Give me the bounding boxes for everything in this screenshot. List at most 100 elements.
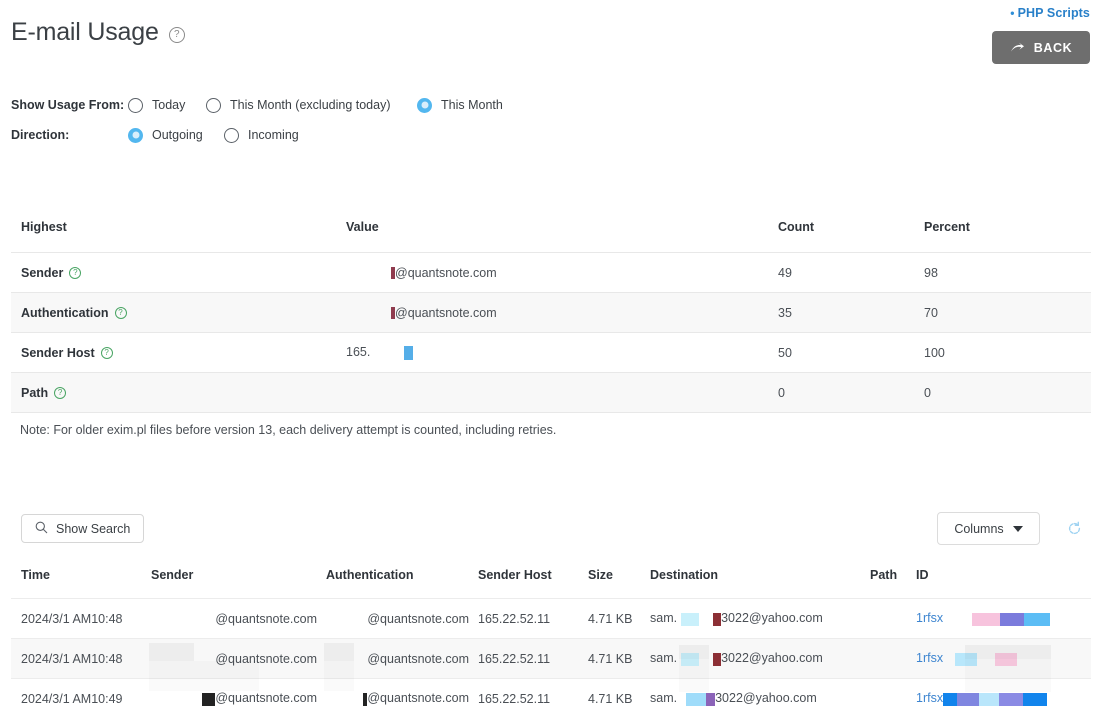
radio-incoming-label: Incoming (248, 128, 299, 142)
cell-authentication: @quantsnote.com (326, 691, 478, 705)
col-authentication[interactable]: Authentication (326, 568, 478, 598)
redacted-block (681, 653, 699, 666)
usage-from-label: Show Usage From: (11, 98, 128, 112)
cell-sender: @quantsnote.com (151, 652, 326, 666)
cell-sender-text: @quantsnote.com (215, 612, 317, 626)
summary-value-text: @quantsnote.com (395, 306, 497, 320)
question-circle-icon[interactable]: ? (69, 267, 81, 279)
search-icon (35, 521, 48, 537)
direction-label: Direction: (11, 128, 128, 142)
cell-sender-text: @quantsnote.com (215, 652, 317, 666)
radio-option-this-month[interactable]: This Month (417, 98, 503, 113)
radio-option-outgoing[interactable]: Outgoing (128, 128, 224, 143)
col-destination[interactable]: Destination (650, 568, 870, 598)
radio-today[interactable] (128, 98, 143, 113)
cell-authentication-text: @quantsnote.com (367, 652, 469, 666)
redacted-block (686, 693, 706, 706)
question-circle-icon[interactable]: ? (101, 347, 113, 359)
col-time[interactable]: Time (11, 568, 151, 598)
cell-size: 4.71 KB (588, 692, 650, 706)
cell-sender: @quantsnote.com (151, 691, 326, 705)
cell-sender-host: 165.22.52.11 (478, 612, 588, 626)
cell-sender-text: @quantsnote.com (215, 691, 317, 705)
summary-col-highest: Highest (11, 220, 346, 234)
cell-id-link[interactable]: 1rfsx (916, 691, 943, 705)
col-size[interactable]: Size (588, 568, 650, 598)
php-scripts-link[interactable]: PHP Scripts (1018, 6, 1090, 20)
cell-sender-host: 165.22.52.11 (478, 652, 588, 666)
back-button-label: BACK (1034, 41, 1073, 55)
cell-authentication: @quantsnote.com (326, 652, 478, 666)
data-table-header: Time Sender Authentication Sender Host S… (11, 568, 1091, 598)
back-button[interactable]: BACK (992, 31, 1090, 64)
col-sender-host[interactable]: Sender Host (478, 568, 588, 598)
columns-button[interactable]: Columns (937, 512, 1040, 545)
cell-id-link[interactable]: 1rfsx (916, 611, 943, 625)
col-id[interactable]: ID (916, 568, 1091, 598)
radio-option-today[interactable]: Today (128, 98, 206, 113)
radio-option-incoming[interactable]: Incoming (224, 128, 299, 143)
summary-row-percent: 98 (924, 266, 1074, 280)
refresh-icon[interactable] (1067, 521, 1082, 536)
redacted-block (957, 693, 979, 706)
question-circle-icon[interactable]: ? (169, 27, 185, 43)
radio-this-month[interactable] (417, 98, 432, 113)
radio-outgoing[interactable] (128, 128, 143, 143)
cell-authentication: @quantsnote.com (326, 612, 478, 626)
summary-row-count: 49 (778, 266, 924, 280)
summary-col-value: Value (346, 220, 778, 234)
summary-row-count: 35 (778, 306, 924, 320)
cell-time: 2024/3/1 AM10:49 (11, 692, 151, 706)
col-path[interactable]: Path (870, 568, 916, 598)
cell-authentication-text: @quantsnote.com (367, 691, 469, 705)
redacted-block (713, 613, 721, 626)
summary-row-name: Sender (21, 266, 63, 280)
col-sender[interactable]: Sender (151, 568, 326, 598)
redacted-block (404, 346, 413, 360)
redacted-block (1024, 613, 1050, 626)
cell-destination: sam.3022@yahoo.com (650, 651, 870, 665)
redacted-block (943, 693, 957, 706)
cell-destination-suffix: 3022@yahoo.com (721, 651, 823, 665)
usage-from-row: Show Usage From: Today This Month (exclu… (11, 94, 503, 116)
redacted-block (202, 693, 215, 706)
bullet-icon: • (1010, 6, 1014, 20)
cell-authentication-text: @quantsnote.com (367, 612, 469, 626)
cell-id-link[interactable]: 1rfsx (916, 651, 943, 665)
summary-row-label: Path ? (11, 386, 346, 400)
email-usage-page: •PHP Scripts BACK E-mail Usage ? Show Us… (0, 0, 1102, 726)
table-row[interactable]: 2024/3/1 AM10:48 @quantsnote.com @quants… (11, 638, 1091, 678)
cell-destination-suffix: 3022@yahoo.com (721, 611, 823, 625)
redacted-block (681, 613, 699, 626)
summary-row-value: @quantsnote.com (346, 266, 778, 280)
radio-today-label: Today (152, 98, 185, 112)
summary-row-percent: 0 (924, 386, 1074, 400)
cell-size: 4.71 KB (588, 612, 650, 626)
radio-incoming[interactable] (224, 128, 239, 143)
summary-table-bottom-border (11, 412, 1091, 413)
summary-note: Note: For older exim.pl files before ver… (20, 423, 556, 437)
php-scripts-link-wrapper: • PHP Scripts (1010, 6, 1090, 20)
question-circle-icon[interactable]: ? (115, 307, 127, 319)
cell-destination-suffix: 3022@yahoo.com (715, 691, 817, 705)
cell-sender-host: 165.22.52.11 (478, 692, 588, 706)
summary-row-authentication: Authentication ? @quantsnote.com 35 70 (11, 292, 1091, 332)
summary-col-percent: Percent (924, 220, 1074, 234)
redacted-block (1023, 693, 1047, 706)
radio-this-month-excluding-today-label: This Month (excluding today) (230, 98, 391, 112)
redacted-block (995, 653, 1017, 666)
radio-this-month-excluding-today[interactable] (206, 98, 221, 113)
summary-row-value: @quantsnote.com (346, 306, 778, 320)
summary-value-text: 165. (346, 345, 370, 359)
radio-option-this-month-excluding-today[interactable]: This Month (excluding today) (206, 98, 417, 113)
summary-col-count: Count (778, 220, 924, 234)
table-row[interactable]: 2024/3/1 AM10:49 @quantsnote.com @quants… (11, 678, 1091, 718)
table-row[interactable]: 2024/3/1 AM10:48 @quantsnote.com @quants… (11, 598, 1091, 638)
redacted-block (979, 693, 999, 706)
show-search-button[interactable]: Show Search (21, 514, 144, 543)
cell-size: 4.71 KB (588, 652, 650, 666)
arrow-forward-icon (1010, 42, 1025, 54)
columns-button-label: Columns (954, 522, 1003, 536)
question-circle-icon[interactable]: ? (54, 387, 66, 399)
redacted-block (972, 613, 1000, 626)
